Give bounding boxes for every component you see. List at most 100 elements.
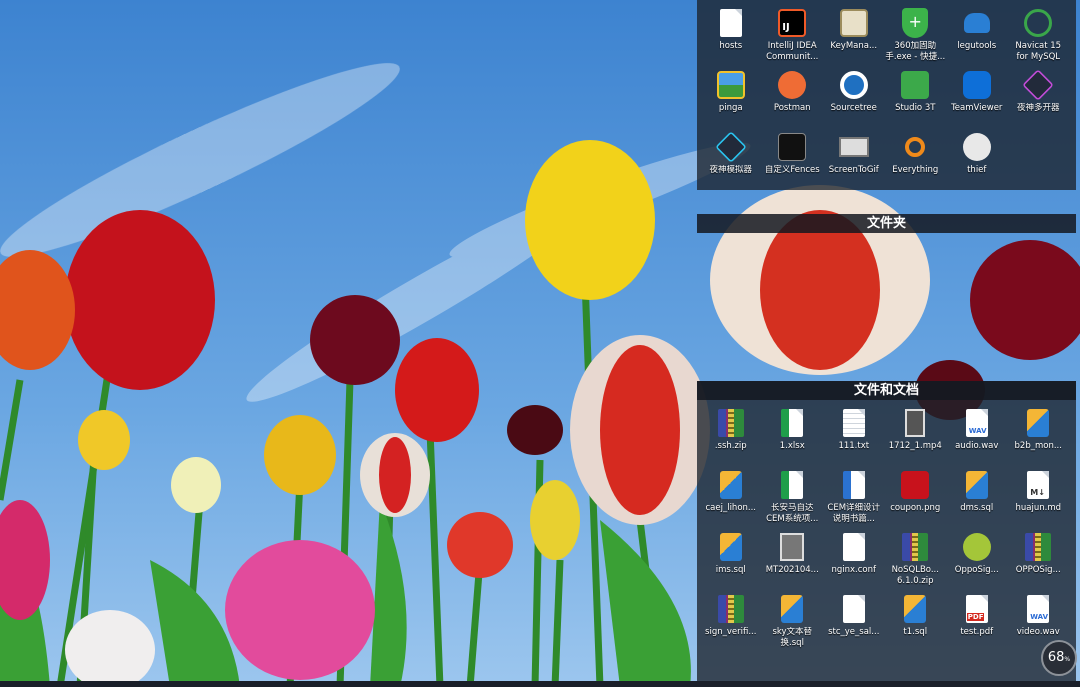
doc-item-label: MT202104... xyxy=(765,565,819,575)
doc-item[interactable]: 1712_1.mp4 xyxy=(885,404,947,466)
pdf-file-icon: PDF xyxy=(962,594,992,624)
app-item-label: Navicat 15 for MySQL xyxy=(1015,41,1062,62)
doc-item[interactable]: stc_ye_sal... xyxy=(823,590,885,652)
app-item[interactable]: Sourcetree xyxy=(823,66,885,128)
doc-item-label: 111.txt xyxy=(838,441,870,451)
doc-item-label: nginx.conf xyxy=(831,565,877,575)
doc-item-label: 1.xlsx xyxy=(779,441,805,451)
app-item-label: 360加固助手.exe - 快捷... xyxy=(885,41,946,62)
app-item-label: 自定义Fences xyxy=(764,165,820,175)
doc-item-label: dms.sql xyxy=(960,503,994,513)
doc-item-label: huajun.md xyxy=(1015,503,1062,513)
app-item-label: 夜神模拟器 xyxy=(709,165,752,175)
doc-item-label: audio.wav xyxy=(955,441,999,451)
doc-item[interactable]: OPPOSig... xyxy=(1008,528,1070,590)
fence-folders: 文件夹 xyxy=(697,214,1076,233)
doc-item[interactable]: WAV audio.wav xyxy=(946,404,1008,466)
app-item-label: Everything xyxy=(892,165,939,175)
app-item[interactable]: 夜神多开器 xyxy=(1008,66,1070,128)
doc-item[interactable]: nginx.conf xyxy=(823,528,885,590)
sql-file-icon xyxy=(1023,408,1053,438)
doc-item[interactable]: CEM详细设计说明书篇... xyxy=(823,466,885,528)
app-item[interactable]: IJ IntelliJ IDEA Communit... xyxy=(762,4,824,66)
app-item[interactable]: thief xyxy=(946,128,1008,190)
postman-icon xyxy=(777,70,807,100)
app-item[interactable]: ScreenToGif xyxy=(823,128,885,190)
doc-item-label: stc_ye_sal... xyxy=(828,627,880,637)
navicat-icon xyxy=(1023,8,1053,38)
doc-item-label: t1.sql xyxy=(903,627,928,637)
doc-item[interactable]: caej_lihon... xyxy=(700,466,762,528)
doc-item[interactable]: 1.xlsx xyxy=(762,404,824,466)
key-manager-icon xyxy=(839,8,869,38)
app-item[interactable]: Studio 3T xyxy=(885,66,947,128)
doc-item[interactable]: 长安马自达CEM系统项... xyxy=(762,466,824,528)
doc-item[interactable]: M↓ huajun.md xyxy=(1008,466,1070,528)
app-item[interactable]: KeyMana... xyxy=(823,4,885,66)
memory-usage-value: 68 xyxy=(1047,650,1065,665)
doc-item[interactable]: MT202104... xyxy=(762,528,824,590)
app-item[interactable]: Postman xyxy=(762,66,824,128)
screentogif-icon xyxy=(838,132,869,162)
wav-file-icon: WAV xyxy=(962,408,992,438)
nox-emulator-icon xyxy=(714,131,747,163)
doc-item-label: OPPOSig... xyxy=(1015,565,1061,575)
doc-item-label: 长安马自达CEM系统项... xyxy=(766,503,819,524)
doc-item[interactable]: sign_verifi... xyxy=(700,590,762,652)
app-item[interactable]: 夜神模拟器 xyxy=(700,128,762,190)
fences-icon xyxy=(777,132,807,162)
app-item[interactable]: 自定义Fences xyxy=(762,128,824,190)
memory-usage-badge[interactable]: 68% xyxy=(1041,640,1077,676)
app-item-label: pinga xyxy=(718,103,743,113)
apps-grid: hosts IJ IntelliJ IDEA Communit... KeyMana.… xyxy=(697,0,1076,190)
doc-item[interactable]: sky文本替换.sql xyxy=(762,590,824,652)
doc-item[interactable]: ims.sql xyxy=(700,528,762,590)
app-item-label: IntelliJ IDEA Communit... xyxy=(766,41,819,62)
doc-item-label: caej_lihon... xyxy=(705,503,757,513)
doc-item-label: sky文本替换.sql xyxy=(772,627,813,648)
app-item[interactable]: +360加固助手.exe - 快捷... xyxy=(885,4,947,66)
word-doc-icon xyxy=(839,470,869,500)
zip-archive-icon xyxy=(716,408,746,438)
fence-folders-title[interactable]: 文件夹 xyxy=(697,214,1076,233)
everything-search-icon xyxy=(900,132,930,162)
app-item[interactable]: legutools xyxy=(946,4,1008,66)
blank-file-icon xyxy=(839,594,869,624)
image-file-icon xyxy=(900,470,930,500)
spreadsheet-icon xyxy=(777,408,807,438)
doc-item-label: OppoSig... xyxy=(954,565,999,575)
zip-archive-icon xyxy=(716,594,746,624)
doc-item[interactable]: b2b_mon... xyxy=(1008,404,1070,466)
doc-item[interactable]: dms.sql xyxy=(946,466,1008,528)
studio3t-icon xyxy=(900,70,930,100)
app-item[interactable]: TeamViewer xyxy=(946,66,1008,128)
doc-item[interactable]: OppoSig... xyxy=(946,528,1008,590)
app-item-label: 夜神多开器 xyxy=(1016,103,1060,113)
app-item[interactable]: hosts xyxy=(700,4,762,66)
doc-item-label: b2b_mon... xyxy=(1014,441,1062,451)
sql-file-icon xyxy=(962,470,992,500)
app-item-label: legutools xyxy=(957,41,997,51)
doc-item[interactable]: .ssh.zip xyxy=(700,404,762,466)
doc-item[interactable]: NoSQLBo... 6.1.0.zip xyxy=(885,528,947,590)
doc-item[interactable]: coupon.png xyxy=(885,466,947,528)
doc-item[interactable]: PDF test.pdf xyxy=(946,590,1008,652)
markdown-file-icon: M↓ xyxy=(1023,470,1053,500)
spreadsheet-icon xyxy=(777,470,807,500)
image-viewer-icon xyxy=(716,70,746,100)
doc-item[interactable]: 111.txt xyxy=(823,404,885,466)
doc-item[interactable]: t1.sql xyxy=(885,590,947,652)
app-item[interactable]: Navicat 15 for MySQL xyxy=(1008,4,1070,66)
taskbar[interactable] xyxy=(0,681,1080,687)
app-item[interactable]: pinga xyxy=(700,66,762,128)
wav-file-icon: WAV xyxy=(1023,594,1053,624)
app-item-label: thief xyxy=(967,165,987,175)
doc-item-label: CEM详细设计说明书篇... xyxy=(827,503,881,524)
apk-file-icon xyxy=(962,532,992,562)
fence-docs-title[interactable]: 文件和文档 xyxy=(697,381,1076,400)
doc-item-label: sign_verifi... xyxy=(705,627,757,637)
app-item[interactable]: Everything xyxy=(885,128,947,190)
teamviewer-icon xyxy=(962,70,992,100)
360-shield-icon: + xyxy=(900,8,930,38)
app-item-label: Sourcetree xyxy=(830,103,877,113)
